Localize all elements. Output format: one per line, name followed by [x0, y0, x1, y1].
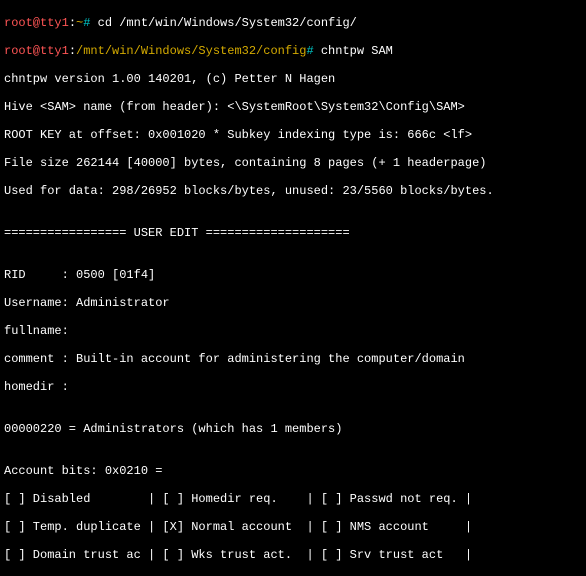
username-line: Username: Administrator — [4, 296, 582, 310]
rid-line: RID : 0500 [01f4] — [4, 268, 582, 282]
filesize-line: File size 262144 [40000] bytes, containi… — [4, 156, 582, 170]
homedir-line: homedir : — [4, 380, 582, 394]
prompt-user: root@tty1 — [4, 44, 69, 58]
prompt-path: /mnt/win/Windows/System32/config — [76, 44, 306, 58]
rootkey-line: ROOT KEY at offset: 0x001020 * Subkey in… — [4, 128, 582, 142]
useddata-line: Used for data: 298/26952 blocks/bytes, u… — [4, 184, 582, 198]
group-line: 00000220 = Administrators (which has 1 m… — [4, 422, 582, 436]
prompt-line-2: root@tty1:/mnt/win/Windows/System32/conf… — [4, 44, 582, 58]
account-bits-row: [ ] Disabled | [ ] Homedir req. | [ ] Pa… — [4, 492, 582, 506]
prompt-user: root@tty1 — [4, 16, 69, 30]
comment-line: comment : Built-in account for administe… — [4, 352, 582, 366]
terminal-output: root@tty1:~# cd /mnt/win/Windows/System3… — [0, 0, 586, 576]
hive-line: Hive <SAM> name (from header): <\SystemR… — [4, 100, 582, 114]
account-bits-row: [ ] Temp. duplicate | [X] Normal account… — [4, 520, 582, 534]
account-bits-row: [ ] Domain trust ac | [ ] Wks trust act.… — [4, 548, 582, 562]
command-chntpw: chntpw SAM — [314, 44, 393, 58]
user-edit-header: ================= USER EDIT ============… — [4, 226, 582, 240]
fullname-line: fullname: — [4, 324, 582, 338]
prompt-hash: # — [306, 44, 313, 58]
command-cd: cd /mnt/win/Windows/System32/config/ — [90, 16, 356, 30]
account-bits-header: Account bits: 0x0210 = — [4, 464, 582, 478]
version-line: chntpw version 1.00 140201, (c) Petter N… — [4, 72, 582, 86]
prompt-line-1: root@tty1:~# cd /mnt/win/Windows/System3… — [4, 16, 582, 30]
